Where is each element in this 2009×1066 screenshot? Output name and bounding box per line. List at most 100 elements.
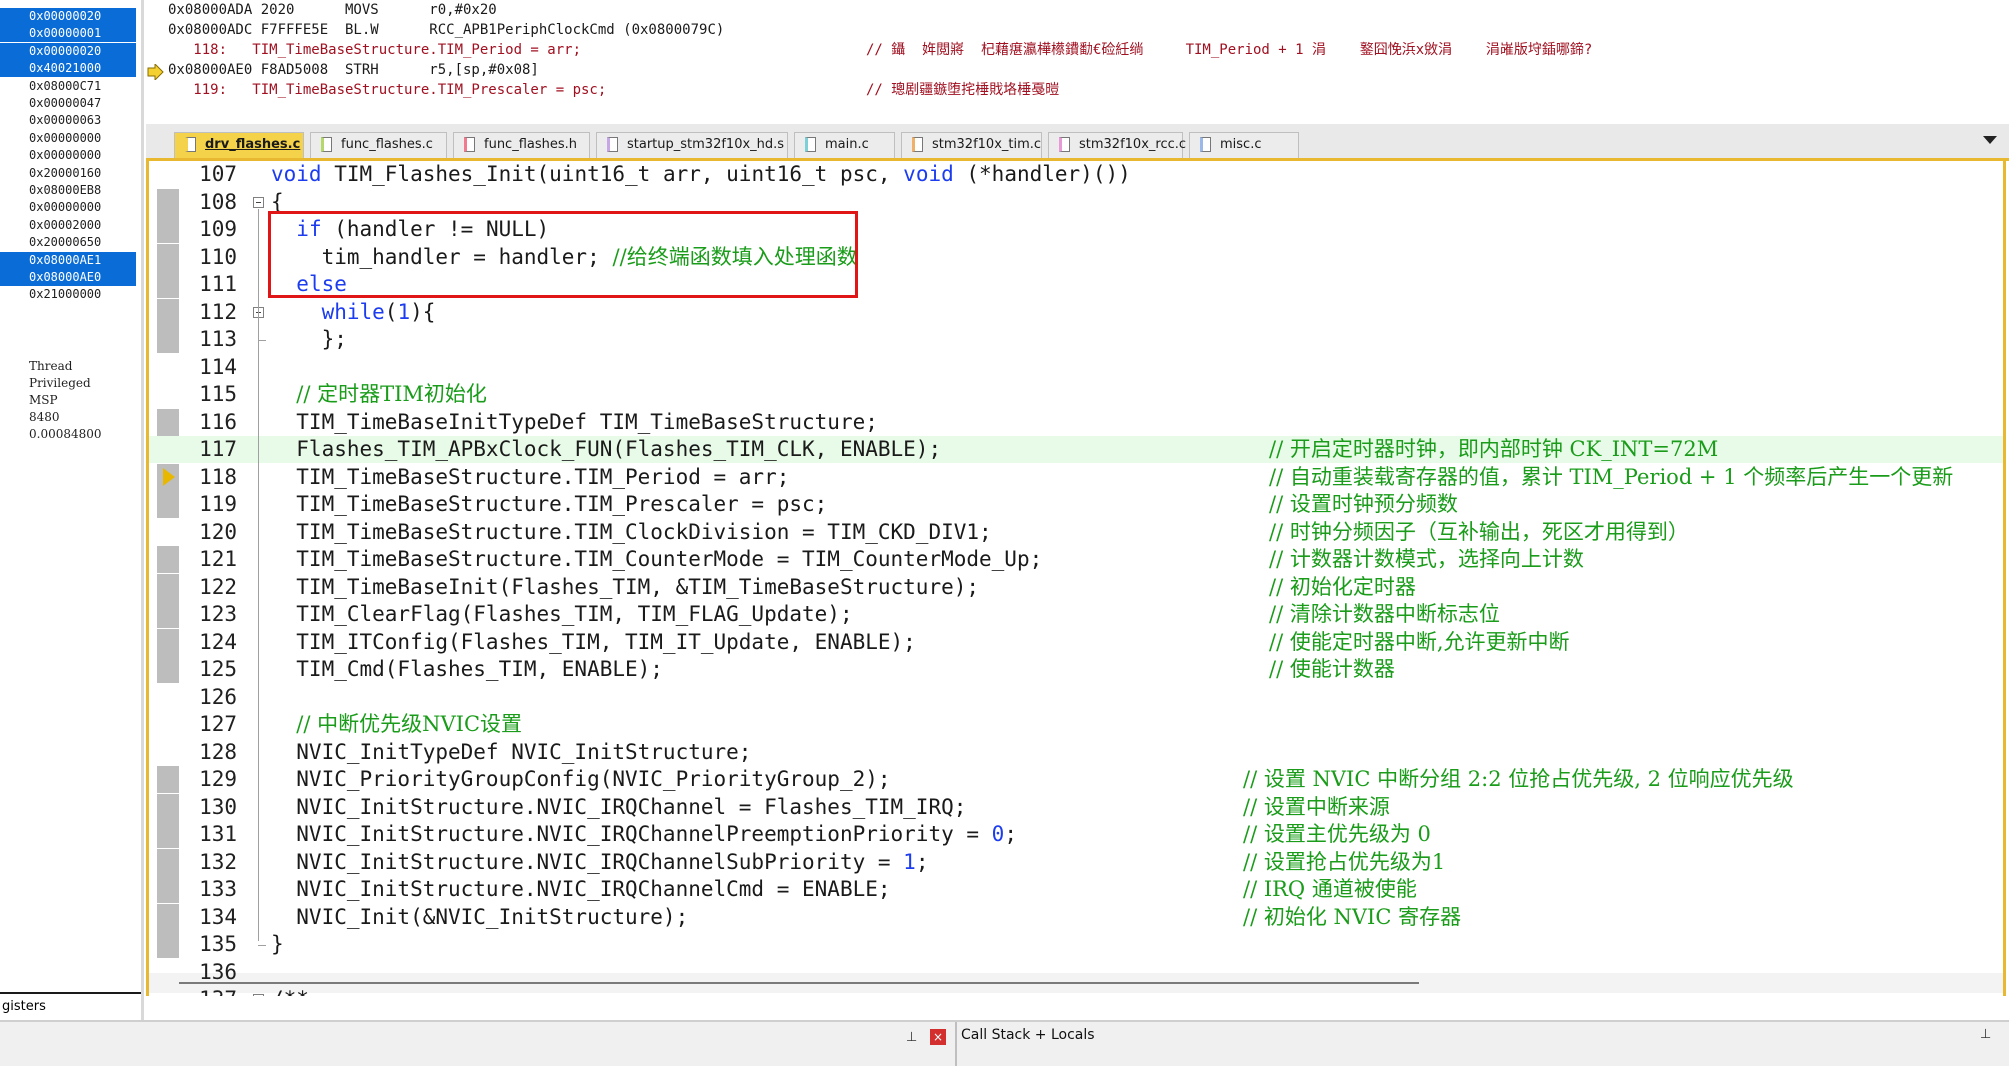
code-line[interactable]: 126: [149, 684, 2003, 711]
code-text[interactable]: NVIC_InitTypeDef NVIC_InitStructure;: [271, 739, 751, 766]
register-value[interactable]: 0x00000020: [0, 8, 136, 25]
code-line[interactable]: 125 TIM_Cmd(Flashes_TIM, ENABLE); // 使能计数…: [149, 656, 2003, 683]
code-text[interactable]: [271, 711, 296, 738]
line-number[interactable]: 134: [179, 904, 237, 931]
code-line[interactable]: 118 TIM_TimeBaseStructure.TIM_Period = a…: [149, 464, 2003, 491]
fold-toggle-icon[interactable]: [253, 196, 264, 208]
register-value[interactable]: 0x21000000: [0, 286, 136, 303]
line-number[interactable]: 117: [179, 436, 237, 463]
code-line[interactable]: 122 TIM_TimeBaseInit(Flashes_TIM, &TIM_T…: [149, 574, 2003, 601]
disassembly-line[interactable]: 0x08000AE0 F8AD5008 STRH r5,[sp,#0x08]: [168, 60, 539, 80]
code-line[interactable]: 115 // 定时器TIM初始化: [149, 381, 2003, 408]
code-text[interactable]: [271, 381, 296, 408]
code-line[interactable]: 131 NVIC_InitStructure.NVIC_IRQChannelPr…: [149, 821, 2003, 848]
line-number[interactable]: 119: [179, 491, 237, 518]
code-line[interactable]: 136: [149, 959, 2003, 986]
line-number[interactable]: 113: [179, 326, 237, 353]
code-line[interactable]: 110 tim_handler = handler; //给终端函数填入处理函数: [149, 244, 2003, 271]
line-number[interactable]: 120: [179, 519, 237, 546]
disassembly-line[interactable]: 118: TIM_TimeBaseStructure.TIM_Period = …: [168, 40, 581, 60]
close-icon[interactable]: ×: [930, 1029, 946, 1045]
editor-tab[interactable]: drv_flashes.c: [174, 132, 304, 158]
editor-tab-label[interactable]: misc.c: [1220, 133, 1261, 157]
code-text[interactable]: tim_handler = handler;: [271, 244, 612, 271]
register-value[interactable]: 0x00000063: [0, 112, 136, 129]
line-number[interactable]: 136: [179, 959, 237, 986]
code-line[interactable]: 108 {: [149, 189, 2003, 216]
register-value[interactable]: 0x00000047: [0, 95, 136, 112]
code-text[interactable]: };: [271, 326, 347, 353]
code-text[interactable]: TIM_TimeBaseInit(Flashes_TIM, &TIM_TimeB…: [271, 574, 979, 601]
code-line[interactable]: 109 if (handler != NULL): [149, 216, 2003, 243]
line-number[interactable]: 114: [179, 354, 237, 381]
callstack-pin-icon[interactable]: ⊥: [1980, 1027, 1991, 1042]
code-text[interactable]: TIM_ClearFlag(Flashes_TIM, TIM_FLAG_Upda…: [271, 601, 852, 628]
register-value[interactable]: 0x08000AE0: [0, 269, 136, 286]
line-number[interactable]: 118: [179, 464, 237, 491]
disassembly-pane[interactable]: 0x08000ADA 2020 MOVS r0,#0x20 0x08000ADC …: [146, 0, 2009, 124]
line-number[interactable]: 108: [179, 189, 237, 216]
editor-tab-label[interactable]: startup_stm32f10x_hd.s: [627, 133, 784, 157]
code-text[interactable]: while(1){: [271, 299, 436, 326]
disassembly-line[interactable]: 0x08000ADC F7FFFE5E BL.W RCC_APB1PeriphC…: [168, 20, 724, 40]
line-number[interactable]: 123: [179, 601, 237, 628]
line-number[interactable]: 127: [179, 711, 237, 738]
code-line[interactable]: 135}: [149, 931, 2003, 958]
line-number[interactable]: 125: [179, 656, 237, 683]
code-text[interactable]: /**: [271, 986, 309, 996]
code-line[interactable]: 128 NVIC_InitTypeDef NVIC_InitStructure;: [149, 739, 2003, 766]
line-number[interactable]: 124: [179, 629, 237, 656]
code-line[interactable]: 127 // 中断优先级NVIC设置: [149, 711, 2003, 738]
code-line[interactable]: 137 /**: [149, 986, 2003, 996]
tab-list-dropdown-icon[interactable]: [1983, 136, 1997, 144]
registers-panel[interactable]: 0x00000020 0x00000001 0x00000020 0x40021000…: [0, 0, 144, 1020]
editor-tab-label[interactable]: drv_flashes.c: [205, 133, 300, 157]
code-text[interactable]: NVIC_InitStructure.NVIC_IRQChannelSubPri…: [271, 849, 928, 876]
code-text[interactable]: Flashes_TIM_APBxClock_FUN(Flashes_TIM_CL…: [271, 436, 941, 463]
line-number[interactable]: 115: [179, 381, 237, 408]
register-value[interactable]: 0x08000AE1: [0, 251, 136, 269]
register-value[interactable]: 0x00000000: [0, 130, 136, 147]
registers-tab-label[interactable]: gisters: [2, 999, 46, 1014]
code-line[interactable]: 119 TIM_TimeBaseStructure.TIM_Prescaler …: [149, 491, 2003, 518]
code-text[interactable]: if (handler != NULL): [271, 216, 549, 243]
code-text[interactable]: NVIC_InitStructure.NVIC_IRQChannel = Fla…: [271, 794, 966, 821]
editor-tab-label[interactable]: stm32f10x_tim.c: [932, 133, 1041, 157]
code-line[interactable]: 113 };: [149, 326, 2003, 353]
pin-icon[interactable]: ⊥: [906, 1030, 917, 1045]
register-value[interactable]: 0x40021000: [0, 60, 136, 78]
code-editor[interactable]: 107 void TIM_Flashes_Init(uint16_t arr, u…: [146, 161, 2006, 996]
register-value[interactable]: 0x00000001: [0, 25, 136, 43]
line-number[interactable]: 128: [179, 739, 237, 766]
register-value[interactable]: 0x20000160: [0, 165, 136, 182]
editor-tab-label[interactable]: stm32f10x_rcc.c: [1079, 133, 1186, 157]
register-value[interactable]: 0x00000000: [0, 147, 136, 164]
code-line[interactable]: 124 TIM_ITConfig(Flashes_TIM, TIM_IT_Upd…: [149, 629, 2003, 656]
editor-tab-label[interactable]: func_flashes.c: [341, 133, 433, 157]
code-text[interactable]: TIM_Cmd(Flashes_TIM, ENABLE);: [271, 656, 663, 683]
code-text[interactable]: {: [271, 189, 284, 216]
line-number[interactable]: 130: [179, 794, 237, 821]
code-line[interactable]: 134 NVIC_Init(&NVIC_InitStructure); // 初始…: [149, 904, 2003, 931]
registers-tab[interactable]: gisters: [0, 992, 141, 1018]
editor-tab[interactable]: func_flashes.c: [310, 132, 447, 158]
code-line[interactable]: 114: [149, 354, 2003, 381]
code-text[interactable]: NVIC_PriorityGroupConfig(NVIC_PriorityGr…: [271, 766, 890, 793]
code-line[interactable]: 120 TIM_TimeBaseStructure.TIM_ClockDivis…: [149, 519, 2003, 546]
code-text[interactable]: void TIM_Flashes_Init(uint16_t arr, uint…: [271, 161, 1131, 188]
disassembly-line[interactable]: 119: TIM_TimeBaseStructure.TIM_Prescaler…: [168, 80, 606, 100]
line-number[interactable]: 112: [179, 299, 237, 326]
code-text[interactable]: NVIC_Init(&NVIC_InitStructure);: [271, 904, 688, 931]
register-value[interactable]: 0x08000C71: [0, 78, 136, 95]
code-line[interactable]: 129 NVIC_PriorityGroupConfig(NVIC_Priori…: [149, 766, 2003, 793]
line-number[interactable]: 122: [179, 574, 237, 601]
code-text[interactable]: TIM_TimeBaseStructure.TIM_CounterMode = …: [271, 546, 1042, 573]
code-text[interactable]: NVIC_InitStructure.NVIC_IRQChannelPreemp…: [271, 821, 1017, 848]
code-text[interactable]: }: [271, 931, 284, 958]
code-line[interactable]: 112 while(1){: [149, 299, 2003, 326]
line-number[interactable]: 137: [179, 986, 237, 996]
editor-tab-label[interactable]: func_flashes.h: [484, 133, 577, 157]
line-number[interactable]: 109: [179, 216, 237, 243]
code-line[interactable]: 111 else: [149, 271, 2003, 298]
editor-tab[interactable]: stm32f10x_tim.c: [901, 132, 1042, 158]
